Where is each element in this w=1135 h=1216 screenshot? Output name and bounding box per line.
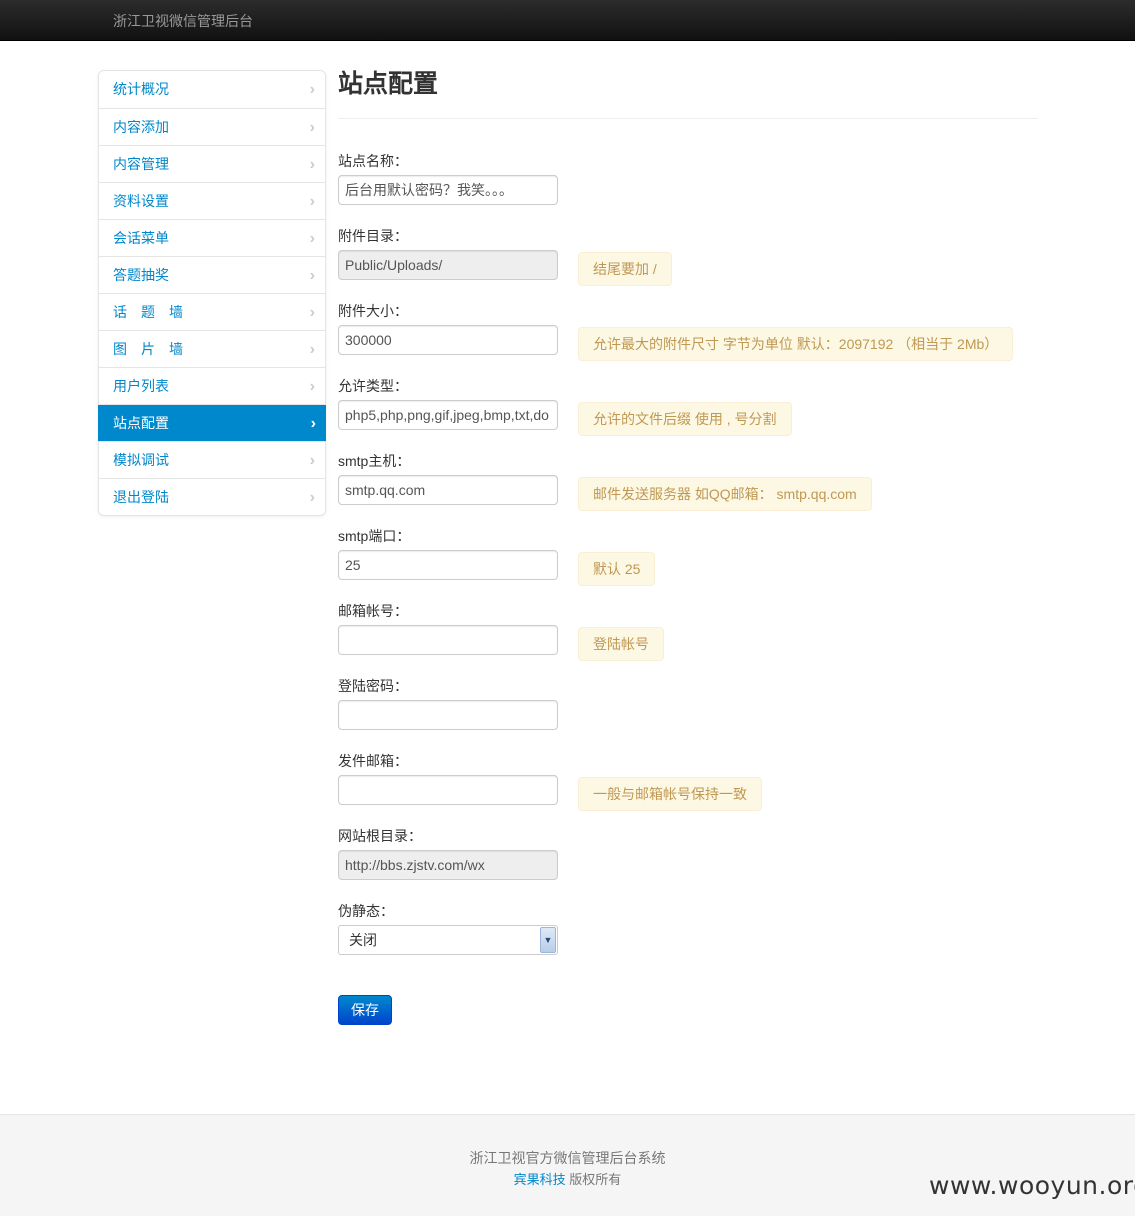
sidebar-nav: 统计概况 › 内容添加 › 内容管理 › 资料设置 › 会话菜单 › 答题抽奖 › 话 题 … — [98, 70, 326, 516]
sidebar-item-menu[interactable]: 会话菜单 › — [99, 219, 325, 256]
sidebar-item-label: 内容管理 — [113, 156, 169, 172]
chevron-right-icon: › — [309, 267, 315, 284]
sidebar-item-label: 站点配置 — [113, 415, 169, 431]
smtp-host-input[interactable]: smtp.qq.com — [338, 475, 558, 505]
chevron-right-icon: › — [309, 304, 315, 321]
site-name-label: 站点名称： — [338, 153, 408, 169]
chevron-right-icon: › — [309, 81, 315, 98]
login-password-label: 登陆密码： — [338, 678, 408, 694]
title-divider — [338, 118, 1038, 119]
save-button[interactable]: 保存 — [338, 995, 392, 1025]
rewrite-select[interactable]: 关闭 ▼ — [338, 925, 558, 955]
footer: 浙江卫视官方微信管理后台系统 宾果科技 版权所有 — [0, 1114, 1135, 1216]
sidebar-item-label: 话 题 墙 — [113, 304, 183, 320]
upload-size-label: 附件大小： — [338, 303, 408, 319]
mail-account-input[interactable] — [338, 625, 558, 655]
chevron-right-icon: › — [309, 193, 315, 210]
page-title: 站点配置 — [338, 70, 439, 98]
brand-title[interactable]: 浙江卫视微信管理后台 — [113, 11, 253, 31]
watermark: www.wooyun.org — [929, 1171, 1135, 1200]
sidebar-item-label: 退出登陆 — [113, 489, 169, 505]
upload-dir-label: 附件目录： — [338, 228, 408, 244]
chevron-right-icon: › — [309, 156, 315, 173]
sender-mail-label: 发件邮箱： — [338, 753, 408, 769]
mail-account-hint: 登陆帐号 — [578, 627, 664, 661]
chevron-right-icon: › — [309, 452, 315, 469]
rewrite-label: 伪静态： — [338, 903, 394, 919]
smtp-host-label: smtp主机： — [338, 453, 411, 469]
sidebar-item-photo-wall[interactable]: 图 片 墙 › — [99, 330, 325, 367]
allow-types-input[interactable]: php5,php,png,gif,jpeg,bmp,txt,do — [338, 400, 558, 430]
sender-mail-input[interactable] — [338, 775, 558, 805]
sidebar-item-label: 资料设置 — [113, 193, 169, 209]
footer-rights: 版权所有 — [565, 1172, 622, 1187]
sidebar-item-stats[interactable]: 统计概况 › — [99, 71, 325, 108]
sidebar-item-label: 统计概况 — [113, 81, 169, 97]
sidebar-item-label: 答题抽奖 — [113, 267, 169, 283]
site-root-label: 网站根目录： — [338, 828, 422, 844]
site-name-input[interactable]: 后台用默认密码？我笑。。。 — [338, 175, 558, 205]
login-password-input[interactable] — [338, 700, 558, 730]
smtp-port-input[interactable]: 25 — [338, 550, 558, 580]
sidebar-item-content-add[interactable]: 内容添加 › — [99, 108, 325, 145]
sidebar-item-label: 模拟调试 — [113, 452, 169, 468]
sidebar-item-quiz[interactable]: 答题抽奖 › — [99, 256, 325, 293]
chevron-down-icon[interactable]: ▼ — [540, 927, 556, 953]
allow-types-label: 允许类型： — [338, 378, 408, 394]
site-root-input[interactable]: http://bbs.zjstv.com/wx — [338, 850, 558, 880]
sidebar-item-site-config[interactable]: 站点配置 › — [98, 404, 326, 441]
mail-account-label: 邮箱帐号： — [338, 603, 408, 619]
upload-size-hint: 允许最大的附件尺寸 字节为单位 默认：2097192 （相当于 2Mb） — [578, 327, 1014, 361]
upload-dir-input[interactable]: Public/Uploads/ — [338, 250, 558, 280]
sidebar-item-profile[interactable]: 资料设置 › — [99, 182, 325, 219]
top-navbar: 浙江卫视微信管理后台 — [0, 0, 1135, 41]
upload-size-input[interactable]: 300000 — [338, 325, 558, 355]
allow-types-hint: 允许的文件后缀 使用 , 号分割 — [578, 402, 792, 436]
chevron-right-icon: › — [309, 230, 315, 247]
sender-mail-hint: 一般与邮箱帐号保持一致 — [578, 777, 762, 811]
sidebar-item-content-manage[interactable]: 内容管理 › — [99, 145, 325, 182]
smtp-host-hint: 邮件发送服务器 如QQ邮箱： smtp.qq.com — [578, 477, 872, 511]
smtp-port-label: smtp端口： — [338, 528, 411, 544]
sidebar-item-label: 会话菜单 — [113, 230, 169, 246]
chevron-right-icon: › — [309, 378, 315, 395]
chevron-right-icon: › — [309, 119, 315, 136]
footer-company-link[interactable]: 宾果科技 — [514, 1172, 566, 1187]
sidebar-item-label: 用户列表 — [113, 378, 169, 394]
chevron-right-icon: › — [309, 489, 315, 506]
chevron-right-icon: › — [309, 341, 315, 358]
sidebar-item-topic-wall[interactable]: 话 题 墙 › — [99, 293, 325, 330]
rewrite-selected-value: 关闭 — [349, 932, 377, 948]
chevron-right-icon: › — [310, 415, 316, 432]
sidebar-item-users[interactable]: 用户列表 › — [99, 367, 325, 404]
footer-system-name: 浙江卫视官方微信管理后台系统 — [469, 1150, 666, 1166]
sidebar-item-debug[interactable]: 模拟调试 › — [99, 441, 325, 478]
sidebar-item-label: 图 片 墙 — [113, 341, 183, 357]
smtp-port-hint: 默认 25 — [578, 552, 656, 586]
sidebar-item-logout[interactable]: 退出登陆 › — [99, 478, 325, 515]
sidebar-item-label: 内容添加 — [113, 119, 169, 135]
upload-dir-hint: 结尾要加 / — [578, 252, 672, 286]
